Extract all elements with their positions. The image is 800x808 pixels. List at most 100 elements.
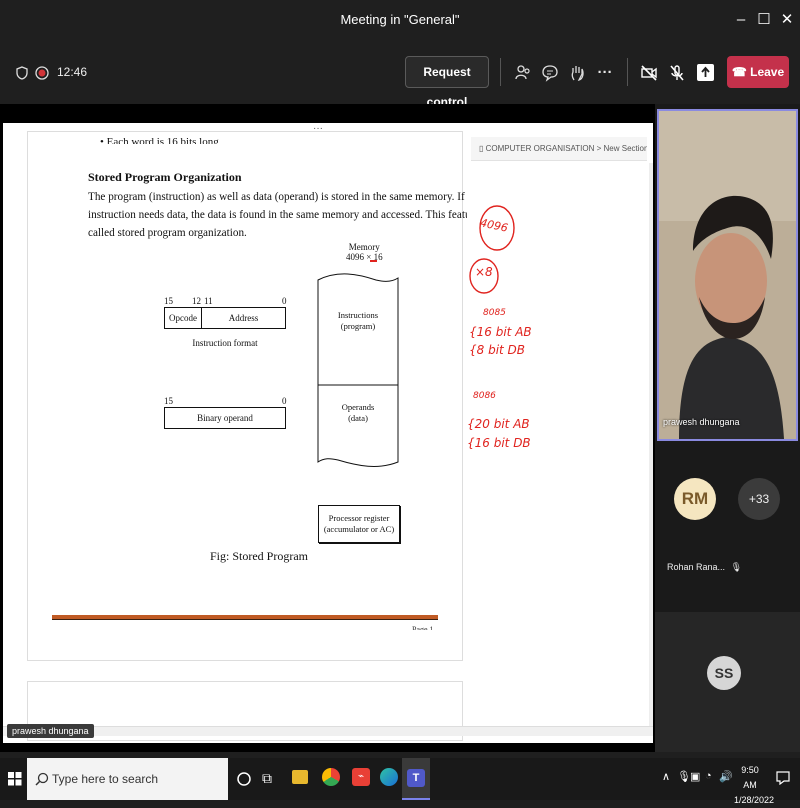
tile-name: prawesh dhungana — [663, 417, 740, 427]
chrome-icon[interactable] — [322, 768, 340, 786]
participant-name-text: Rohan Rana... — [667, 562, 726, 572]
bullet-text-label: Each word is 16 bits long — [106, 136, 219, 144]
paragraph-line: The program (instruction) as well as dat… — [88, 191, 482, 203]
hw-20bit-ab: {20 bit AB — [467, 417, 530, 431]
document-page: • Each word is 16 bits long Stored Progr… — [27, 131, 490, 661]
hw-20bit-ab-text: 20 bit AB — [474, 417, 530, 431]
page-number: Page 1 — [412, 625, 434, 630]
hw-8bit-db: {8 bit DB — [469, 343, 526, 357]
file-explorer-icon[interactable] — [292, 770, 308, 784]
request-control-button[interactable]: Request control — [405, 56, 489, 109]
microphone-off-icon[interactable] — [668, 64, 686, 82]
hw-x8: ×8 — [475, 265, 493, 279]
hw-8086: 8086 — [473, 391, 496, 401]
camera-off-icon[interactable] — [640, 64, 658, 82]
task-view-icon[interactable]: ⧉ — [262, 770, 272, 787]
body-paragraph: The program (instruction) as well as dat… — [88, 188, 490, 242]
edge-icon[interactable] — [380, 768, 398, 786]
page-footer-rule — [52, 615, 438, 620]
shared-screen: ··· x • Each word is 16 bits long Stored… — [0, 104, 655, 752]
hw-16bit-ab: {16 bit AB — [469, 325, 532, 339]
raise-hand-icon[interactable] — [569, 64, 587, 82]
memory-label: Memory 4096 × 16 — [346, 242, 383, 262]
figure-caption: Fig: Stored Program — [210, 549, 308, 563]
volume-icon[interactable]: 🔊 — [719, 770, 733, 783]
horizontal-scrollbar[interactable] — [3, 726, 653, 736]
windows-start-icon[interactable] — [8, 772, 22, 786]
memory-label-2: 4096 × 16 — [346, 252, 383, 262]
handwritten-circles — [469, 205, 515, 294]
operand-bit-0: 0 — [282, 396, 287, 406]
notes-scrollbar[interactable] — [649, 163, 653, 733]
participants-icon[interactable] — [514, 64, 532, 82]
taskbar-search[interactable]: Type here to search — [27, 758, 228, 800]
chat-icon[interactable] — [541, 64, 559, 82]
pdf-reader-icon[interactable]: ⌁ — [352, 768, 370, 786]
section-heading: Stored Program Organization — [88, 170, 242, 184]
windows-taskbar: Type here to search ⧉ ⌁ T ∧ 🎙 ▣ ◔ 🔊 9:50… — [0, 758, 800, 805]
search-icon — [35, 772, 49, 786]
presenter-name-tag: prawesh dhungana — [7, 724, 94, 738]
memory-label-1: Memory — [348, 242, 380, 252]
teams-icon: T — [407, 769, 425, 787]
microphone-icon[interactable]: 🎙 — [677, 770, 691, 783]
instructions-region: Instructions (program) — [318, 310, 398, 332]
paragraph-line: called stored program organization. — [88, 227, 247, 239]
operand-bit-15: 15 — [164, 396, 173, 406]
participant-name: Rohan Rana... 🎙 — [667, 562, 742, 573]
bullet-text: • Each word is 16 bits long — [100, 136, 219, 144]
video-tile[interactable]: prawesh dhungana — [657, 109, 798, 441]
teams-taskbar-button[interactable]: T — [402, 758, 430, 800]
meeting-toolbar: 12:46 Request control ··· ☎ Leave — [0, 40, 800, 109]
phone-hangup-icon: ☎ — [731, 65, 747, 79]
hw-8bit-db-text: 8 bit DB — [476, 343, 526, 357]
data-label: (data) — [348, 413, 368, 423]
bit-15: 15 — [164, 296, 173, 306]
notifications-icon[interactable] — [776, 771, 790, 785]
bit-0: 0 — [282, 296, 287, 306]
binary-operand-box: Binary operand — [164, 407, 286, 429]
bit-12: 12 — [192, 296, 201, 306]
instruction-format-label: Instruction format — [192, 338, 258, 348]
document-viewer: ··· x • Each word is 16 bits long Stored… — [3, 122, 653, 743]
opcode-field: Opcode — [165, 308, 202, 328]
clock-date: 1/28/2022 — [734, 795, 775, 805]
hw-16bit-db: {16 bit DB — [467, 436, 531, 450]
minimize-button[interactable]: – — [729, 8, 753, 32]
shield-icon[interactable] — [16, 66, 28, 80]
maximize-button[interactable]: ☐ — [752, 8, 776, 32]
paragraph-line: instruction needs data, the data is foun… — [88, 209, 490, 221]
operands-label: Operands — [341, 402, 375, 412]
wifi-icon[interactable]: ◔ — [705, 770, 712, 782]
leave-label: Leave — [750, 65, 785, 79]
participants-panel: prawesh dhungana RM Rohan Rana... 🎙 +33 … — [655, 104, 800, 752]
window-title: Meeting in "General" — [340, 12, 460, 27]
share-tray-icon[interactable] — [696, 63, 715, 82]
meet-now-icon[interactable]: ▣ — [690, 770, 700, 783]
meeting-timer: 12:46 — [57, 65, 88, 79]
avatar[interactable]: RM — [674, 478, 716, 520]
red-underline — [370, 260, 377, 262]
participant-video — [659, 111, 796, 439]
search-placeholder: Type here to search — [52, 772, 159, 786]
more-options-icon[interactable]: ··· — [594, 62, 616, 84]
cortana-icon[interactable] — [237, 771, 251, 787]
chevron-up-icon[interactable]: ∧ — [662, 770, 670, 783]
overflow-participants[interactable]: +33 — [738, 478, 780, 520]
notebook-breadcrumb[interactable]: ▯ COMPUTER ORGANISATION > New Section 1 … — [471, 137, 647, 161]
instructions-label: Instructions — [337, 310, 379, 320]
avatar[interactable]: SS — [707, 656, 741, 690]
operands-region: Operands (data) — [318, 402, 398, 424]
mic-muted-icon: 🎙 — [730, 562, 742, 572]
taskbar-clock[interactable]: 9:50 AM 1/28/2022 — [734, 763, 775, 808]
toolbar-divider — [500, 58, 501, 86]
leave-button[interactable]: ☎ Leave — [727, 56, 789, 88]
hw-8085: 8085 — [483, 308, 506, 318]
close-button[interactable]: ✕ — [775, 8, 799, 32]
hw-16bit-ab-text: 16 bit AB — [476, 325, 532, 339]
processor-register-box: Processor register (accumulator or AC) — [318, 505, 400, 543]
clock-time: 9:50 AM — [741, 765, 759, 790]
title-bar: Meeting in "General" – ☐ ✕ — [0, 0, 800, 40]
toolbar-divider — [627, 58, 628, 86]
notes-pane: ▯ COMPUTER ORGANISATION > New Section 1 … — [467, 123, 653, 743]
